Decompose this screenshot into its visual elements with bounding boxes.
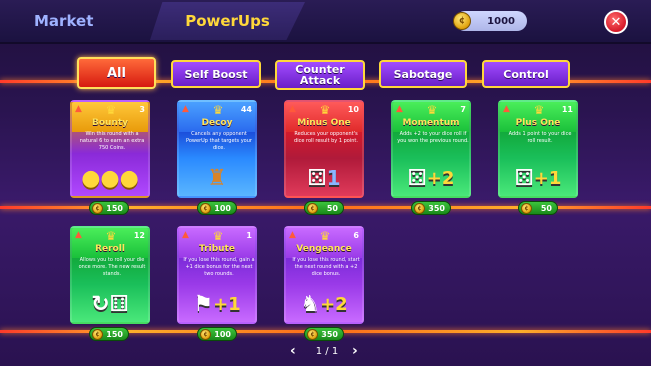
card-count: 1	[246, 231, 252, 240]
rocket-icon: ▲	[182, 230, 189, 240]
crown-icon: ♛	[105, 103, 117, 117]
rocket-icon: ▲	[503, 104, 510, 114]
coin-icon: ¢	[414, 203, 425, 214]
coin-icon: ¢	[453, 12, 471, 30]
rocket-icon: ▲	[182, 104, 189, 114]
card-description: Adds 1 point to your dice roll result.	[508, 131, 572, 144]
card-description: Adds +2 to your dice roll if you won the…	[397, 131, 469, 144]
powerup-card-momentum[interactable]: ▲ ♛ 7 Momentum Adds +2 to your dice roll…	[391, 100, 471, 198]
crown-icon: ♛	[319, 103, 331, 117]
top-bar: Market PowerUps ¢ 1000 ✕	[0, 0, 651, 44]
crown-icon: ♛	[319, 229, 331, 243]
card-title: Reroll	[95, 244, 125, 254]
category-tab-control[interactable]: Control	[482, 60, 570, 88]
rocket-icon: ▲	[75, 104, 82, 114]
powerup-card-minus-one[interactable]: ▲ ♛ 10 Minus One Reduces your opponent's…	[284, 100, 364, 198]
category-tab-counter-attack[interactable]: Counter Attack	[275, 60, 365, 90]
scarecrow-icon: ♜	[207, 165, 227, 191]
page-indicator: 1 / 1	[315, 346, 339, 357]
chevron-left-icon[interactable]: ‹	[290, 343, 296, 359]
crown-icon: ♛	[105, 229, 117, 243]
tab-powerups[interactable]: PowerUps	[150, 2, 305, 40]
card-description: Allows you to roll your die once more. T…	[78, 257, 146, 277]
price-value: 50	[540, 203, 552, 213]
card-count: 44	[240, 105, 252, 114]
pagination: ‹ 1 / 1 ›	[0, 343, 651, 361]
card-title: Vengeance	[296, 244, 352, 254]
card-title: Tribute	[199, 244, 235, 254]
rocket-icon: ▲	[396, 104, 403, 114]
card-count: 6	[353, 231, 359, 240]
crown-icon: ♛	[533, 103, 545, 117]
close-icon: ✕	[610, 14, 622, 30]
card-count: 3	[139, 105, 145, 114]
dice-plus-two-icon: ⚄ +2	[407, 165, 455, 191]
rocket-icon: ▲	[289, 230, 296, 240]
price-value: 50	[326, 203, 338, 213]
crown-icon: ♛	[212, 229, 224, 243]
card-description: Reduces your opponent's dice roll result…	[294, 131, 358, 144]
crown-icon: ♛	[212, 103, 224, 117]
card-count: 12	[133, 231, 145, 240]
category-tab-all[interactable]: All	[77, 57, 156, 89]
price-value: 150	[106, 329, 123, 339]
powerup-card-reroll[interactable]: ▲ ♛ 12 Reroll Allows you to roll your di…	[70, 226, 150, 324]
card-title: Bounty	[91, 118, 129, 128]
card-title: Plus One	[515, 118, 561, 128]
price-button[interactable]: ¢ 100	[197, 201, 237, 215]
coin-icon: ¢	[307, 329, 318, 340]
price-value: 350	[428, 203, 445, 213]
price-button[interactable]: ¢ 50	[518, 201, 558, 215]
card-description: Win this round with a natural 6 to earn …	[79, 131, 145, 151]
coin-icon: ¢	[200, 329, 211, 340]
price-button[interactable]: ¢ 50	[304, 201, 344, 215]
card-title: Decoy	[201, 118, 233, 128]
coin-icon: ¢	[521, 203, 532, 214]
vengeance-plus-two-icon: ♞ +2	[300, 291, 348, 317]
category-tab-self-boost[interactable]: Self Boost	[171, 60, 261, 88]
card-title: Momentum	[402, 118, 460, 128]
tab-market[interactable]: Market	[8, 4, 168, 38]
powerup-card-tribute[interactable]: ▲ ♛ 1 Tribute If you lose this round, ga…	[177, 226, 257, 324]
gold-coins-icon: ●●●	[81, 165, 139, 191]
powerup-card-bounty[interactable]: ▲ ♛ 3 Bounty Win this round with a natur…	[70, 100, 150, 198]
card-count: 10	[347, 105, 359, 114]
card-title: Minus One	[297, 118, 351, 128]
dice-plus-one-icon: ⚄ +1	[514, 165, 562, 191]
coin-icon: ¢	[200, 203, 211, 214]
category-tab-sabotage[interactable]: Sabotage	[379, 60, 467, 88]
coin-icon: ¢	[307, 203, 318, 214]
rocket-icon: ▲	[75, 230, 82, 240]
price-button[interactable]: ¢ 350	[304, 327, 344, 341]
price-value: 100	[214, 203, 231, 213]
price-button[interactable]: ¢ 100	[197, 327, 237, 341]
reroll-dice-icon: ↻⚅	[91, 291, 129, 317]
coin-icon: ¢	[92, 203, 103, 214]
card-count: 11	[561, 105, 573, 114]
card-description: If you lose this round, start the next r…	[292, 257, 360, 277]
close-button[interactable]: ✕	[604, 10, 628, 34]
powerup-card-vengeance[interactable]: ▲ ♛ 6 Vengeance If you lose this round, …	[284, 226, 364, 324]
rocket-icon: ▲	[289, 104, 296, 114]
dice-minus-one-icon: ⚄ 1	[307, 165, 341, 191]
card-description: Cancels any opponent PowerUp that target…	[186, 131, 252, 151]
powerup-card-plus-one[interactable]: ▲ ♛ 11 Plus One Adds 1 point to your dic…	[498, 100, 578, 198]
card-description: If you lose this round, gain a +1 dice b…	[183, 257, 255, 277]
coin-balance: ¢ 1000	[453, 11, 527, 31]
card-count: 7	[460, 105, 466, 114]
price-value: 100	[214, 329, 231, 339]
price-button[interactable]: ¢ 150	[89, 201, 129, 215]
flag-plus-one-icon: ⚑ +1	[193, 291, 241, 317]
coin-balance-value: 1000	[487, 15, 515, 27]
price-value: 150	[106, 203, 123, 213]
price-button[interactable]: ¢ 350	[411, 201, 451, 215]
chevron-right-icon[interactable]: ›	[352, 343, 358, 359]
price-button[interactable]: ¢ 150	[89, 327, 129, 341]
powerup-card-decoy[interactable]: ▲ ♛ 44 Decoy Cancels any opponent PowerU…	[177, 100, 257, 198]
coin-icon: ¢	[92, 329, 103, 340]
crown-icon: ♛	[426, 103, 438, 117]
price-value: 350	[321, 329, 338, 339]
